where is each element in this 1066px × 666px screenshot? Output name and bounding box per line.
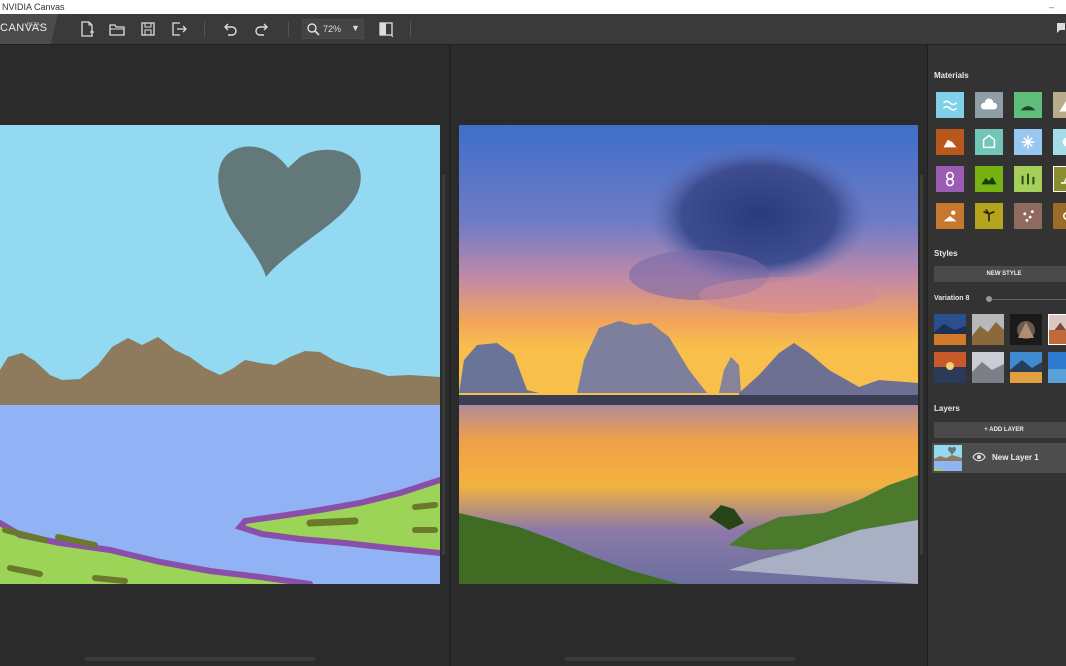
panel-divider: [449, 45, 451, 666]
window-title: NVIDIA Canvas: [2, 2, 65, 12]
flower-icon: [945, 171, 955, 187]
material-flower[interactable]: [936, 166, 964, 192]
add-layer-button[interactable]: + ADD LAYER: [934, 422, 1066, 438]
new-style-button[interactable]: NEW STYLE: [934, 266, 1066, 282]
material-water[interactable]: [936, 92, 964, 118]
toolbar-separator: [410, 21, 411, 37]
material-grass[interactable]: [975, 166, 1003, 192]
toolbar-separator: [204, 21, 205, 37]
palm-icon: [983, 208, 995, 222]
layer-name: New Layer 1: [992, 453, 1039, 462]
dirt-icon: [943, 210, 957, 222]
app-logo: CANVAS BETA: [0, 14, 58, 44]
material-sand[interactable]: [1053, 203, 1066, 229]
grass-icon: [981, 176, 997, 185]
style-thumbnail-selected[interactable]: [1048, 314, 1066, 345]
building-icon: [982, 134, 996, 149]
style-thumbnail[interactable]: [972, 352, 1004, 383]
split-view-icon[interactable]: [377, 20, 395, 38]
scrollbar[interactable]: [442, 175, 445, 555]
feedback-icon[interactable]: [1056, 22, 1066, 34]
material-cloud[interactable]: [975, 92, 1003, 118]
open-folder-icon[interactable]: [108, 20, 126, 38]
variation-slider-handle[interactable]: [986, 296, 992, 302]
scrollbar[interactable]: [920, 175, 923, 555]
zoom-value: 72%: [323, 24, 342, 34]
water-icon: [942, 100, 958, 111]
save-icon[interactable]: [139, 20, 157, 38]
canvas-area: [0, 45, 927, 666]
material-snow[interactable]: [1014, 129, 1042, 155]
material-gravel[interactable]: [1014, 203, 1042, 229]
snowflake-icon: [1021, 135, 1035, 149]
chevron-down-icon[interactable]: ▼: [351, 23, 360, 33]
scrollbar[interactable]: [565, 657, 795, 661]
mountain-icon: [1059, 101, 1066, 112]
zoom-control[interactable]: 72% ▼: [302, 19, 364, 39]
material-rock[interactable]: [936, 129, 964, 155]
material-plant[interactable]: [1053, 166, 1066, 192]
styles-title: Styles: [934, 249, 958, 258]
scrollbar[interactable]: [85, 657, 315, 661]
style-thumbnail[interactable]: [1048, 352, 1066, 383]
export-icon[interactable]: [170, 20, 188, 38]
style-thumbnail[interactable]: [934, 352, 966, 383]
material-mountain[interactable]: [1053, 92, 1066, 118]
material-palm[interactable]: [975, 203, 1003, 229]
toolbar: CANVAS BETA 72% ▼: [0, 14, 1066, 45]
field-icon: [1021, 173, 1035, 185]
beta-badge: BETA: [27, 22, 40, 28]
hill-icon: [1020, 106, 1036, 111]
style-thumbnail[interactable]: [1010, 352, 1042, 383]
layers-title: Layers: [934, 404, 960, 413]
toolbar-separator: [288, 21, 289, 37]
layer-thumbnail: [934, 445, 962, 471]
brand-name: CANVAS: [0, 22, 48, 34]
eye-icon[interactable]: [972, 452, 986, 462]
style-thumbnail[interactable]: [934, 314, 966, 345]
material-dirt[interactable]: [936, 203, 964, 229]
variation-label: Variation 8: [934, 295, 970, 302]
material-sky[interactable]: [1053, 129, 1066, 155]
cloud-icon: [980, 98, 998, 110]
sand-icon: [1062, 212, 1066, 220]
style-thumbnail[interactable]: [1010, 314, 1042, 345]
materials-title: Materials: [934, 71, 969, 80]
gravel-icon: [1023, 210, 1034, 222]
material-field[interactable]: [1014, 166, 1042, 192]
search-icon: [307, 23, 320, 36]
sky-icon: [1062, 137, 1066, 147]
layer-item[interactable]: New Layer 1: [932, 443, 1066, 473]
sidebar: Materials Styles NEW STYLE Variation 8 L…: [927, 45, 1066, 666]
undo-icon[interactable]: [220, 20, 238, 38]
painting-canvas[interactable]: [0, 125, 443, 587]
plant-icon: [1061, 177, 1066, 184]
new-file-icon[interactable]: [78, 20, 96, 38]
redo-icon[interactable]: [254, 20, 272, 38]
rock-icon: [943, 139, 957, 148]
material-hill[interactable]: [1014, 92, 1042, 118]
minimize-icon[interactable]: –: [1049, 0, 1054, 14]
variation-slider-track[interactable]: [990, 299, 1066, 300]
material-building[interactable]: [975, 129, 1003, 155]
style-thumbnail[interactable]: [972, 314, 1004, 345]
title-bar: NVIDIA Canvas –: [0, 0, 1066, 15]
generated-image: [459, 125, 918, 584]
